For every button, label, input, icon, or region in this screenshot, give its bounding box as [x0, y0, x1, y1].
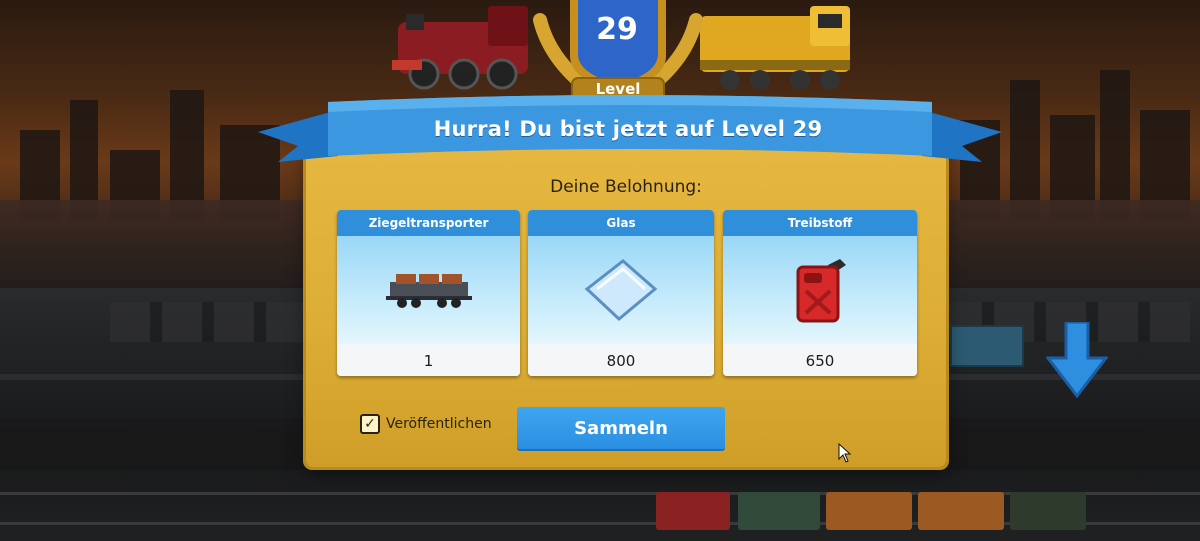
glass-pane-icon [584, 259, 658, 321]
mouse-cursor-icon [838, 443, 852, 463]
publish-label: Veröffentlichen [386, 416, 492, 432]
train-wagon-orange[interactable] [826, 492, 912, 530]
publish-checkbox[interactable]: ✓ [360, 414, 380, 434]
reward-card-fuel: Treibstoff 650 [723, 210, 917, 376]
reward-heading: Deine Belohnung: [550, 177, 702, 197]
publish-option[interactable]: ✓ Veröffentlichen [360, 412, 492, 436]
down-arrow-icon[interactable] [1046, 322, 1108, 398]
brick-wagon-icon [385, 274, 472, 308]
fuel-canister-icon [796, 259, 846, 323]
reward-card-brick-wagon: Ziegeltransporter 1 [337, 210, 520, 376]
level-number: 29 [596, 12, 638, 47]
reward-amount: 800 [528, 344, 714, 376]
train-wagon-dark[interactable] [1010, 492, 1086, 530]
dialog-title: Hurra! Du bist jetzt auf Level 29 [433, 117, 823, 141]
train-wagon-orange-2[interactable] [918, 492, 1004, 530]
reward-amount: 1 [337, 344, 520, 376]
reward-amount: 650 [723, 344, 917, 376]
reward-card-title: Glas [528, 210, 714, 236]
collect-button[interactable]: Sammeln [517, 407, 725, 449]
station-house[interactable] [950, 325, 1024, 367]
reward-card-title: Ziegeltransporter [337, 210, 520, 236]
train-wagon-green[interactable] [738, 492, 820, 530]
train-wagon-red[interactable] [656, 492, 730, 530]
reward-card-title: Treibstoff [723, 210, 917, 236]
reward-card-glass: Glas 800 [528, 210, 714, 376]
